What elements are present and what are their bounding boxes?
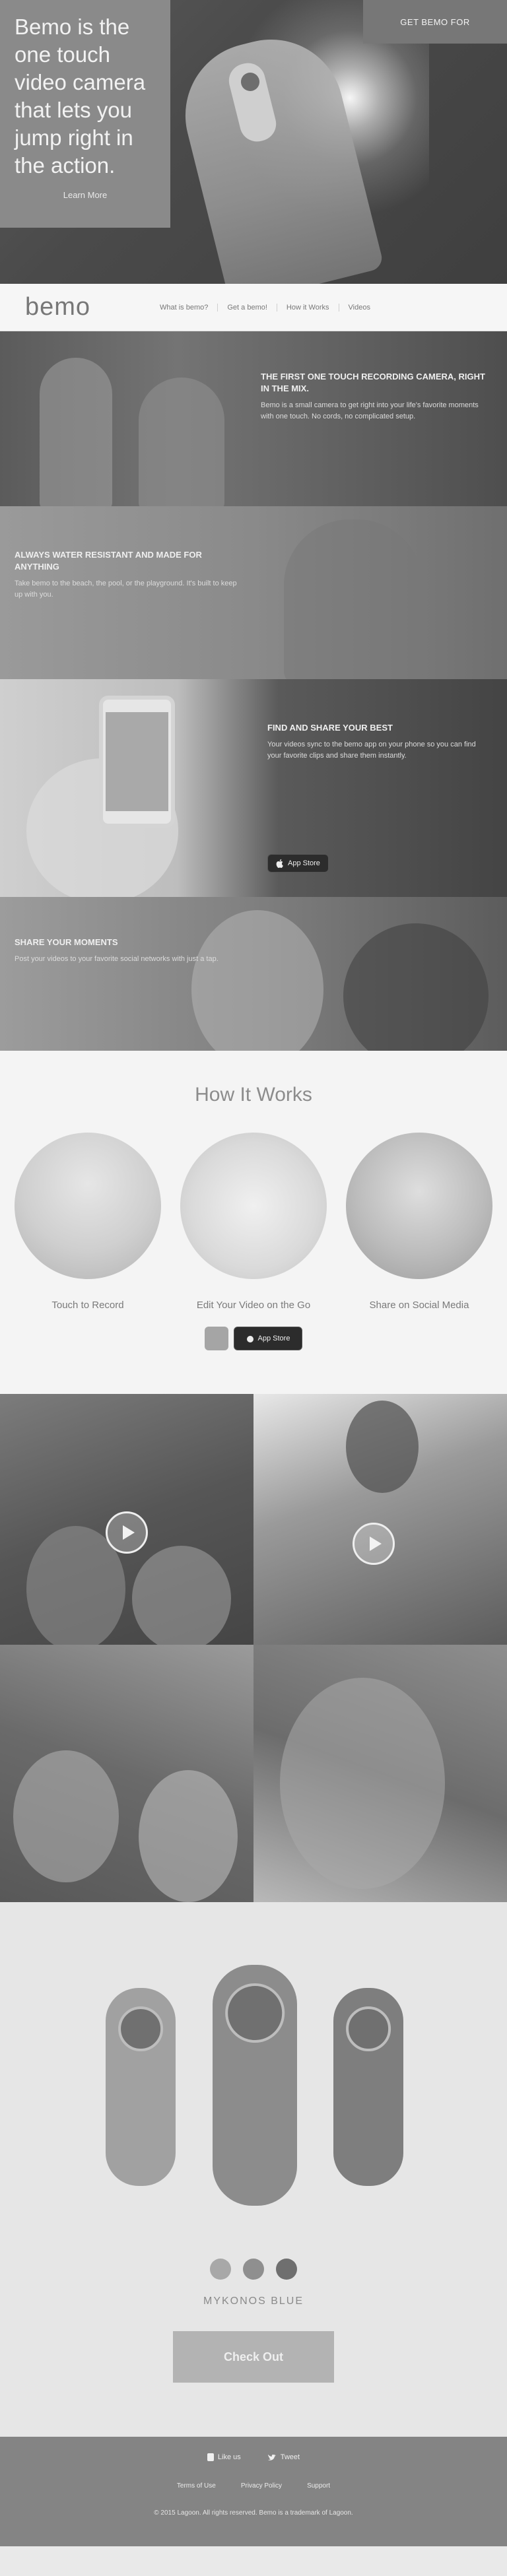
band-copy: THE FIRST ONE TOUCH RECORDING CAMERA, RI… — [261, 371, 485, 422]
step-label: Share on Social Media — [369, 1300, 469, 1311]
band-text: Post your videos to your favorite social… — [15, 955, 219, 963]
android-badge[interactable] — [204, 1327, 228, 1350]
bemo-camera-product[interactable] — [213, 1965, 297, 2206]
steps-list: Touch to Record Edit Your Video on the G… — [0, 1133, 507, 1312]
video-tile[interactable] — [254, 1645, 507, 1902]
app-store-label: App Store — [257, 1335, 290, 1342]
touch-to-record-image — [15, 1133, 161, 1279]
feature-band-one-touch: THE FIRST ONE TOUCH RECORDING CAMERA, RI… — [0, 331, 507, 506]
face-image — [191, 910, 323, 1051]
color-swatch[interactable] — [276, 2259, 297, 2280]
app-store-badge[interactable]: App Store — [267, 854, 329, 873]
tweet-link[interactable]: Tweet — [267, 2453, 300, 2461]
band-copy: FIND AND SHARE YOUR BEST Your videos syn… — [267, 722, 485, 762]
people-image — [139, 378, 224, 506]
apple-icon — [246, 1336, 254, 1342]
hero-title: Bemo is the one touch video camera that … — [15, 15, 146, 178]
person-image — [13, 1750, 119, 1882]
camera-lens-icon — [225, 1983, 285, 2043]
jumping-person-image — [346, 1401, 419, 1493]
terms-link[interactable]: Terms of Use — [177, 2482, 216, 2490]
camera-lens-icon — [346, 2006, 391, 2051]
share-social-image — [346, 1133, 492, 1279]
product-section: MYKONOS BLUE Check Out — [0, 1902, 507, 2437]
camera-lens-icon — [118, 2006, 163, 2051]
nav-item-get-a-bemo[interactable]: Get a bemo! — [217, 303, 277, 312]
apple-icon — [276, 859, 283, 868]
tweet-label: Tweet — [280, 2453, 300, 2461]
step-label: Edit Your Video on the Go — [196, 1300, 311, 1311]
support-link[interactable]: Support — [307, 2482, 330, 2490]
hero-text-panel: Bemo is the one touch video camera that … — [0, 0, 170, 228]
hero-section: Bemo is the one touch video camera that … — [0, 0, 507, 284]
band-copy: ALWAYS WATER RESISTANT AND MADE FOR ANYT… — [15, 549, 239, 601]
person-image — [139, 1770, 238, 1902]
nav-item-videos[interactable]: Videos — [338, 303, 380, 312]
color-swatch[interactable] — [210, 2259, 231, 2280]
person-arms-up-image — [284, 519, 422, 679]
band-text: Take bemo to the beach, the pool, or the… — [15, 579, 237, 599]
facebook-icon — [207, 2453, 214, 2461]
video-grid — [0, 1394, 507, 1902]
color-swatches — [0, 2259, 507, 2280]
step-label: Touch to Record — [51, 1300, 124, 1311]
nav-item-what-is-bemo[interactable]: What is bemo? — [151, 304, 217, 312]
app-store-badge[interactable]: App Store — [233, 1327, 303, 1350]
bemo-camera-product[interactable] — [333, 1988, 403, 2186]
hero-lens-image — [241, 73, 259, 91]
feature-band-app: FIND AND SHARE YOUR BEST Your videos syn… — [0, 679, 507, 897]
privacy-link[interactable]: Privacy Policy — [241, 2482, 282, 2490]
bemo-camera-product[interactable] — [106, 1988, 176, 2186]
video-tile[interactable] — [0, 1394, 254, 1645]
phone-screen-image — [106, 712, 168, 811]
main-nav: bemo What is bemo? Get a bemo! How it Wo… — [0, 284, 507, 331]
hero-learn-more-link[interactable]: Learn More — [15, 190, 156, 200]
facebook-label: Like us — [217, 2453, 241, 2461]
social-links: Like us Tweet — [0, 2453, 507, 2461]
bemo-logo[interactable]: bemo — [25, 293, 124, 321]
person-image — [280, 1678, 445, 1889]
how-it-works-section: How It Works Touch to Record Edit Your V… — [0, 1051, 507, 1394]
band-copy: SHARE YOUR MOMENTS Post your videos to y… — [15, 937, 239, 965]
step-item: Share on Social Media — [346, 1133, 492, 1312]
person-image — [132, 1546, 231, 1645]
play-icon[interactable] — [106, 1511, 148, 1554]
selected-color-name: MYKONOS BLUE — [203, 2295, 304, 2307]
feature-band-water-resistant: ALWAYS WATER RESISTANT AND MADE FOR ANYT… — [0, 506, 507, 679]
footer: Like us Tweet Terms of Use Privacy Polic… — [0, 2437, 507, 2546]
people-image — [40, 358, 112, 506]
band-heading: THE FIRST ONE TOUCH RECORDING CAMERA, RI… — [261, 372, 485, 393]
band-heading: SHARE YOUR MOMENTS — [15, 937, 118, 947]
video-tile[interactable] — [254, 1394, 507, 1645]
download-badges: App Store — [0, 1327, 507, 1350]
edit-video-image — [180, 1133, 327, 1279]
copyright-text: © 2015 Lagoon. All rights reserved. Bemo… — [154, 2509, 353, 2517]
get-bemo-button[interactable]: GET BEMO FOR — [363, 0, 507, 44]
how-it-works-title: How It Works — [195, 1084, 312, 1106]
band-text: Bemo is a small camera to get right into… — [261, 401, 479, 420]
sunglasses-face-image — [343, 923, 489, 1051]
step-item: Edit Your Video on the Go — [180, 1133, 327, 1312]
nav-items: What is bemo? Get a bemo! How it Works V… — [151, 303, 380, 312]
check-out-button[interactable]: Check Out — [173, 2331, 334, 2383]
band-text: Your videos sync to the bemo app on your… — [267, 741, 476, 760]
step-item: Touch to Record — [15, 1133, 161, 1312]
feature-band-share: SHARE YOUR MOMENTS Post your videos to y… — [0, 897, 507, 1051]
app-store-label: App Store — [288, 859, 320, 867]
footer-links: Terms of Use Privacy Policy Support — [0, 2482, 507, 2490]
play-icon[interactable] — [353, 1523, 395, 1565]
color-swatch[interactable] — [243, 2259, 264, 2280]
facebook-like-link[interactable]: Like us — [207, 2453, 241, 2461]
band-heading: ALWAYS WATER RESISTANT AND MADE FOR ANYT… — [15, 550, 202, 572]
band-heading: FIND AND SHARE YOUR BEST — [267, 723, 393, 733]
video-tile[interactable] — [0, 1645, 254, 1902]
twitter-icon — [267, 2454, 276, 2460]
nav-item-how-it-works[interactable]: How it Works — [276, 303, 339, 312]
